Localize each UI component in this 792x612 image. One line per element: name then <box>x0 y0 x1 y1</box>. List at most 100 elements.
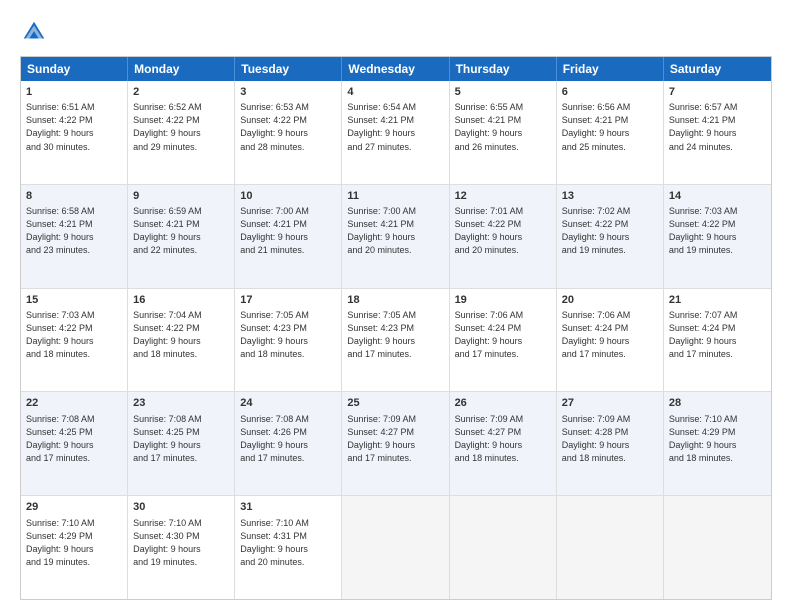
day-number: 13 <box>562 189 658 204</box>
calendar-header: SundayMondayTuesdayWednesdayThursdayFrid… <box>21 57 771 81</box>
day-info: Sunrise: 7:04 AM Sunset: 4:22 PM Dayligh… <box>133 309 229 361</box>
calendar-cell: 31 Sunrise: 7:10 AM Sunset: 4:31 PM Dayli… <box>235 496 342 599</box>
day-number: 25 <box>347 396 443 411</box>
calendar-cell: 27 Sunrise: 7:09 AM Sunset: 4:28 PM Dayli… <box>557 392 664 495</box>
day-number: 19 <box>455 293 551 308</box>
day-number: 21 <box>669 293 766 308</box>
day-info: Sunrise: 7:05 AM Sunset: 4:23 PM Dayligh… <box>347 309 443 361</box>
calendar-cell: 17Sunrise: 7:05 AM Sunset: 4:23 PM Dayli… <box>235 289 342 392</box>
header-cell-sunday: Sunday <box>21 57 128 81</box>
day-info: Sunrise: 7:02 AM Sunset: 4:22 PM Dayligh… <box>562 205 658 257</box>
day-number: 17 <box>240 293 336 308</box>
calendar-cell: 12Sunrise: 7:01 AM Sunset: 4:22 PM Dayli… <box>450 185 557 288</box>
header-cell-tuesday: Tuesday <box>235 57 342 81</box>
logo <box>20 18 52 46</box>
day-info: Sunrise: 7:00 AM Sunset: 4:21 PM Dayligh… <box>240 205 336 257</box>
calendar-cell: 18Sunrise: 7:05 AM Sunset: 4:23 PM Dayli… <box>342 289 449 392</box>
calendar-cell: 29 Sunrise: 7:10 AM Sunset: 4:29 PM Dayli… <box>21 496 128 599</box>
day-number: 28 <box>669 396 766 411</box>
day-number: 11 <box>347 189 443 204</box>
calendar-cell: 21Sunrise: 7:07 AM Sunset: 4:24 PM Dayli… <box>664 289 771 392</box>
day-info: Sunrise: 7:10 AM Sunset: 4:29 PM Dayligh… <box>26 517 122 569</box>
calendar-row-3: 15Sunrise: 7:03 AM Sunset: 4:22 PM Dayli… <box>21 289 771 393</box>
day-info: Sunrise: 7:05 AM Sunset: 4:23 PM Dayligh… <box>240 309 336 361</box>
day-info: Sunrise: 6:51 AM Sunset: 4:22 PM Dayligh… <box>26 101 122 153</box>
calendar: SundayMondayTuesdayWednesdayThursdayFrid… <box>20 56 772 600</box>
day-info: Sunrise: 7:01 AM Sunset: 4:22 PM Dayligh… <box>455 205 551 257</box>
day-number: 30 <box>133 500 229 515</box>
day-info: Sunrise: 6:57 AM Sunset: 4:21 PM Dayligh… <box>669 101 766 153</box>
day-number: 29 <box>26 500 122 515</box>
day-info: Sunrise: 7:08 AM Sunset: 4:26 PM Dayligh… <box>240 413 336 465</box>
calendar-cell: 2Sunrise: 6:52 AM Sunset: 4:22 PM Daylig… <box>128 81 235 184</box>
header-cell-friday: Friday <box>557 57 664 81</box>
calendar-cell: 1Sunrise: 6:51 AM Sunset: 4:22 PM Daylig… <box>21 81 128 184</box>
calendar-row-4: 22 Sunrise: 7:08 AM Sunset: 4:25 PM Dayli… <box>21 392 771 496</box>
day-info: Sunrise: 7:03 AM Sunset: 4:22 PM Dayligh… <box>669 205 766 257</box>
day-number: 9 <box>133 189 229 204</box>
calendar-cell: 11Sunrise: 7:00 AM Sunset: 4:21 PM Dayli… <box>342 185 449 288</box>
logo-icon <box>20 18 48 46</box>
calendar-cell: 10Sunrise: 7:00 AM Sunset: 4:21 PM Dayli… <box>235 185 342 288</box>
day-info: Sunrise: 7:10 AM Sunset: 4:29 PM Dayligh… <box>669 413 766 465</box>
day-info: Sunrise: 7:06 AM Sunset: 4:24 PM Dayligh… <box>562 309 658 361</box>
day-number: 22 <box>26 396 122 411</box>
calendar-cell <box>557 496 664 599</box>
day-number: 15 <box>26 293 122 308</box>
day-number: 23 <box>133 396 229 411</box>
day-info: Sunrise: 7:00 AM Sunset: 4:21 PM Dayligh… <box>347 205 443 257</box>
calendar-cell: 9Sunrise: 6:59 AM Sunset: 4:21 PM Daylig… <box>128 185 235 288</box>
calendar-cell: 23 Sunrise: 7:08 AM Sunset: 4:25 PM Dayli… <box>128 392 235 495</box>
day-info: Sunrise: 7:07 AM Sunset: 4:24 PM Dayligh… <box>669 309 766 361</box>
day-info: Sunrise: 7:10 AM Sunset: 4:31 PM Dayligh… <box>240 517 336 569</box>
header-cell-saturday: Saturday <box>664 57 771 81</box>
calendar-cell: 15Sunrise: 7:03 AM Sunset: 4:22 PM Dayli… <box>21 289 128 392</box>
day-number: 4 <box>347 85 443 100</box>
day-number: 26 <box>455 396 551 411</box>
day-number: 10 <box>240 189 336 204</box>
page-header <box>20 18 772 46</box>
calendar-cell: 4Sunrise: 6:54 AM Sunset: 4:21 PM Daylig… <box>342 81 449 184</box>
calendar-cell: 20Sunrise: 7:06 AM Sunset: 4:24 PM Dayli… <box>557 289 664 392</box>
calendar-cell: 14Sunrise: 7:03 AM Sunset: 4:22 PM Dayli… <box>664 185 771 288</box>
calendar-cell: 3Sunrise: 6:53 AM Sunset: 4:22 PM Daylig… <box>235 81 342 184</box>
day-number: 3 <box>240 85 336 100</box>
day-number: 8 <box>26 189 122 204</box>
header-cell-thursday: Thursday <box>450 57 557 81</box>
header-cell-wednesday: Wednesday <box>342 57 449 81</box>
day-info: Sunrise: 7:09 AM Sunset: 4:28 PM Dayligh… <box>562 413 658 465</box>
calendar-cell: 6Sunrise: 6:56 AM Sunset: 4:21 PM Daylig… <box>557 81 664 184</box>
day-number: 24 <box>240 396 336 411</box>
calendar-cell: 8Sunrise: 6:58 AM Sunset: 4:21 PM Daylig… <box>21 185 128 288</box>
calendar-cell: 26Sunrise: 7:09 AM Sunset: 4:27 PM Dayli… <box>450 392 557 495</box>
day-info: Sunrise: 7:06 AM Sunset: 4:24 PM Dayligh… <box>455 309 551 361</box>
day-info: Sunrise: 6:56 AM Sunset: 4:21 PM Dayligh… <box>562 101 658 153</box>
calendar-cell <box>342 496 449 599</box>
day-info: Sunrise: 6:54 AM Sunset: 4:21 PM Dayligh… <box>347 101 443 153</box>
day-number: 2 <box>133 85 229 100</box>
calendar-cell: 28 Sunrise: 7:10 AM Sunset: 4:29 PM Dayli… <box>664 392 771 495</box>
day-number: 5 <box>455 85 551 100</box>
day-number: 7 <box>669 85 766 100</box>
day-number: 6 <box>562 85 658 100</box>
calendar-cell: 13Sunrise: 7:02 AM Sunset: 4:22 PM Dayli… <box>557 185 664 288</box>
day-number: 31 <box>240 500 336 515</box>
calendar-row-2: 8Sunrise: 6:58 AM Sunset: 4:21 PM Daylig… <box>21 185 771 289</box>
day-info: Sunrise: 6:52 AM Sunset: 4:22 PM Dayligh… <box>133 101 229 153</box>
header-cell-monday: Monday <box>128 57 235 81</box>
calendar-cell: 24 Sunrise: 7:08 AM Sunset: 4:26 PM Dayli… <box>235 392 342 495</box>
calendar-cell: 19Sunrise: 7:06 AM Sunset: 4:24 PM Dayli… <box>450 289 557 392</box>
day-info: Sunrise: 6:59 AM Sunset: 4:21 PM Dayligh… <box>133 205 229 257</box>
calendar-cell: 25 Sunrise: 7:09 AM Sunset: 4:27 PM Dayli… <box>342 392 449 495</box>
calendar-cell: 16Sunrise: 7:04 AM Sunset: 4:22 PM Dayli… <box>128 289 235 392</box>
day-info: Sunrise: 6:58 AM Sunset: 4:21 PM Dayligh… <box>26 205 122 257</box>
day-number: 18 <box>347 293 443 308</box>
day-info: Sunrise: 7:09 AM Sunset: 4:27 PM Dayligh… <box>347 413 443 465</box>
day-number: 20 <box>562 293 658 308</box>
calendar-cell: 30Sunrise: 7:10 AM Sunset: 4:30 PM Dayli… <box>128 496 235 599</box>
day-number: 12 <box>455 189 551 204</box>
day-info: Sunrise: 7:08 AM Sunset: 4:25 PM Dayligh… <box>133 413 229 465</box>
day-info: Sunrise: 7:03 AM Sunset: 4:22 PM Dayligh… <box>26 309 122 361</box>
calendar-cell <box>664 496 771 599</box>
day-number: 27 <box>562 396 658 411</box>
